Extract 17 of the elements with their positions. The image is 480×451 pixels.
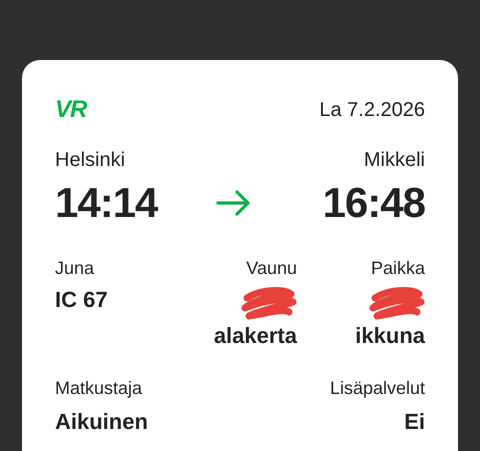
field-value: ikkuna	[355, 322, 425, 350]
field-value: Ei	[404, 408, 425, 436]
arrow-icon	[216, 189, 252, 217]
field-label: Lisäpalvelut	[330, 377, 425, 400]
field-value: alakerta	[214, 322, 297, 350]
field-value: Aikuinen	[55, 408, 148, 436]
departure-time: 14:14	[55, 180, 158, 226]
travel-date: La 7.2.2026	[319, 98, 425, 122]
field-label: Vaunu	[246, 257, 297, 280]
field-label: Paikka	[370, 257, 425, 280]
field-label: Matkustaja	[55, 377, 142, 400]
logo: VR	[55, 98, 86, 122]
departure-station: Helsinki	[55, 148, 126, 172]
field-value: IC 67	[55, 286, 108, 314]
arrival-station: Mikkeli	[364, 148, 425, 172]
arrival-time: 16:48	[322, 180, 425, 226]
field-label: Juna	[55, 257, 94, 280]
